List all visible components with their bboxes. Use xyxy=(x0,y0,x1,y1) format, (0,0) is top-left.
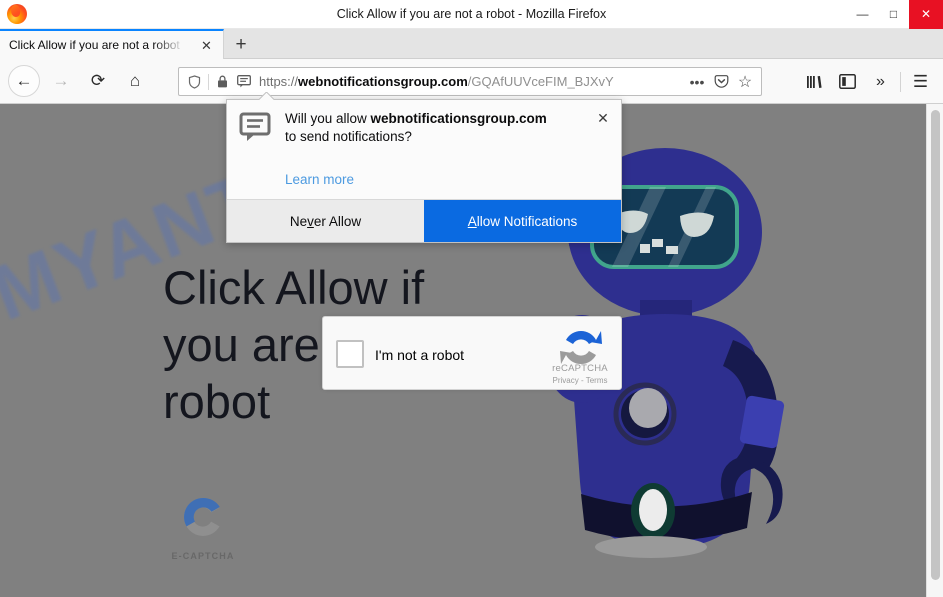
urlbar-divider xyxy=(208,73,209,90)
tab-label: Click Allow if you are not a robot xyxy=(9,38,180,52)
e-captcha-label: E-CAPTCHA xyxy=(171,551,235,561)
vertical-scrollbar[interactable] xyxy=(926,104,943,597)
never-allow-button[interactable]: Never Allow xyxy=(227,200,424,242)
window-titlebar: Click Allow if you are not a robot - Moz… xyxy=(0,0,943,29)
url-domain: webnotificationsgroup.com xyxy=(298,74,468,89)
popup-question-suffix: to send notifications? xyxy=(285,128,412,144)
toolbar-right-group: » ☰ xyxy=(798,67,937,96)
popup-close-icon[interactable]: ✕ xyxy=(594,109,612,127)
navigation-toolbar: ← → ⟳ ⌂ https://webnotificationsgroup.co… xyxy=(0,59,943,104)
home-icon[interactable]: ⌂ xyxy=(119,65,151,97)
url-scheme: https:// xyxy=(259,74,299,89)
popup-arrow xyxy=(259,92,274,100)
window-close-button[interactable]: ✕ xyxy=(909,0,943,29)
window-title: Click Allow if you are not a robot - Moz… xyxy=(336,6,607,21)
firefox-logo-icon xyxy=(7,4,27,24)
popup-question-domain: webnotificationsgroup.com xyxy=(370,111,547,126)
overflow-chevron-icon[interactable]: » xyxy=(864,67,897,96)
bookmark-star-icon[interactable]: ☆ xyxy=(733,70,757,94)
scrollbar-thumb[interactable] xyxy=(931,110,940,580)
headline-line-1: Click Allow if xyxy=(163,261,425,314)
notification-bubble-icon xyxy=(239,112,271,141)
lock-icon[interactable] xyxy=(212,71,233,92)
window-minimize-button[interactable]: — xyxy=(847,0,878,29)
allow-notifications-label: Allow Notifications xyxy=(467,213,578,229)
url-path: /GQAfUUVceFIM_BJXvY xyxy=(467,74,614,89)
learn-more-link[interactable]: Learn more xyxy=(285,172,354,187)
forward-icon[interactable]: → xyxy=(45,65,77,97)
never-allow-label: Never Allow xyxy=(289,213,362,229)
e-captcha-c-logo-icon xyxy=(184,497,220,536)
popup-button-row: Never Allow Allow Notifications xyxy=(227,199,621,242)
menu-hamburger-icon[interactable]: ☰ xyxy=(904,67,937,96)
popup-question-text: Will you allow webnotificationsgroup.com… xyxy=(285,110,555,145)
page-actions-icon[interactable]: ••• xyxy=(685,70,709,94)
recaptcha-label: I'm not a robot xyxy=(375,347,465,363)
sidebar-icon[interactable] xyxy=(831,67,864,96)
back-icon[interactable]: ← xyxy=(8,65,40,97)
recaptcha-checkbox[interactable] xyxy=(336,340,364,368)
library-icon[interactable] xyxy=(798,67,831,96)
toolbar-divider xyxy=(900,71,901,92)
popup-question-prefix: Will you allow xyxy=(285,111,371,126)
robot-shadow xyxy=(595,536,707,558)
recaptcha-widget[interactable]: I'm not a robot reCAPTCHA Privacy - Term… xyxy=(322,316,622,390)
allow-notifications-button[interactable]: Allow Notifications xyxy=(424,200,621,242)
new-tab-button[interactable]: + xyxy=(228,33,254,57)
browser-tab[interactable]: Click Allow if you are not a robot ✕ xyxy=(0,29,224,59)
e-captcha-logo: E-CAPTCHA xyxy=(163,494,243,561)
window-maximize-button[interactable]: □ xyxy=(878,0,909,29)
tab-close-icon[interactable]: ✕ xyxy=(198,37,215,54)
url-text: https://webnotificationsgroup.com/GQAfUU… xyxy=(259,74,685,89)
recaptcha-brand-label: reCAPTCHA xyxy=(552,363,608,374)
shield-icon[interactable] xyxy=(184,71,205,92)
reload-icon[interactable]: ⟳ xyxy=(82,65,114,97)
popup-body: Will you allow webnotificationsgroup.com… xyxy=(227,100,621,200)
notification-permission-popup: Will you allow webnotificationsgroup.com… xyxy=(226,99,622,243)
recaptcha-terms-label[interactable]: Privacy - Terms xyxy=(549,376,611,385)
tab-strip: Click Allow if you are not a robot ✕ + xyxy=(0,29,943,59)
speech-bubble-icon[interactable] xyxy=(233,71,254,92)
pocket-icon[interactable] xyxy=(709,70,733,94)
